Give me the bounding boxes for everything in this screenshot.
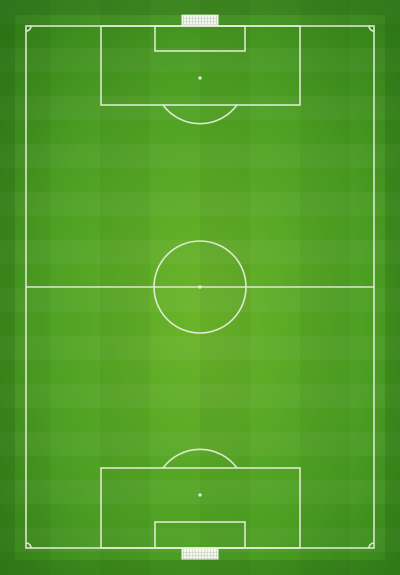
pitch-drawing <box>0 0 400 575</box>
goal-top <box>181 14 219 26</box>
centre-spot <box>198 285 202 289</box>
soccer-pitch <box>0 0 400 575</box>
penalty-spot-top <box>198 76 202 80</box>
penalty-spot-bottom <box>198 493 202 497</box>
goal-bottom <box>181 548 219 560</box>
